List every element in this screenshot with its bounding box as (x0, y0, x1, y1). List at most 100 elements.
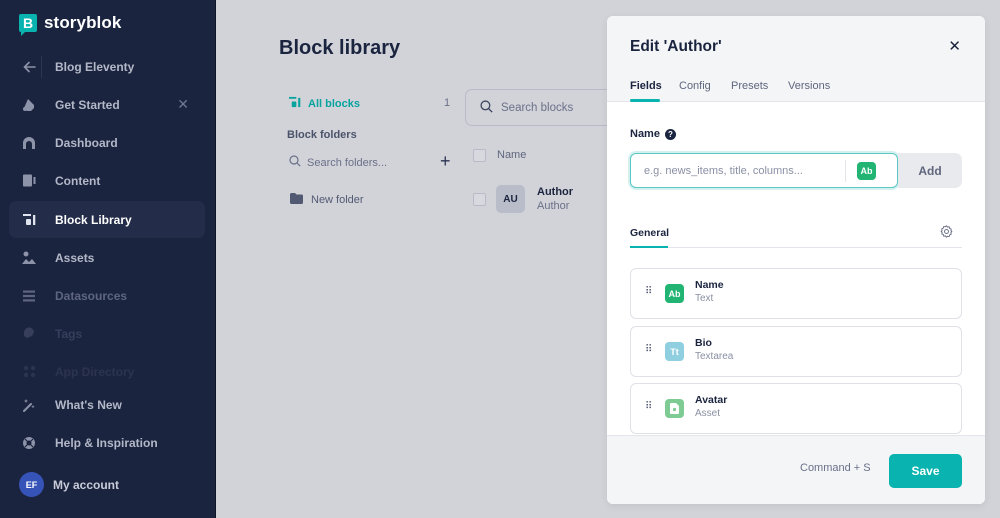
close-icon[interactable]: ✕ (948, 37, 961, 55)
folder-icon (290, 193, 303, 207)
field-name-input-wrapper: Ab (630, 153, 898, 188)
folder-search-placeholder: Search folders... (307, 156, 388, 169)
all-blocks-count: 1 (444, 97, 451, 109)
field-name-input[interactable] (631, 164, 841, 177)
sidebar-item-label: Content (55, 173, 101, 188)
drag-handle-icon[interactable]: ⠿ (645, 287, 652, 297)
block-name[interactable]: Author (537, 186, 573, 198)
all-blocks-link[interactable]: All blocks (288, 96, 360, 111)
add-field-button[interactable]: Add (898, 153, 962, 188)
select-all-checkbox[interactable] (473, 149, 486, 162)
sidebar-item-block-library[interactable]: Block Library (9, 201, 205, 238)
magic-wand-icon (21, 397, 37, 413)
app-directory-icon (21, 364, 37, 380)
gear-icon[interactable] (940, 225, 953, 243)
block-technical-name: Author (537, 200, 570, 212)
field-row[interactable]: ⠿ Tt Bio Textarea (630, 326, 962, 377)
block-badge: AU (496, 185, 525, 213)
sidebar-item-tags[interactable]: Tags (9, 315, 205, 352)
field-type: Textarea (695, 351, 734, 362)
divider (41, 56, 42, 78)
tag-icon (21, 326, 37, 342)
block-library-icon (21, 212, 37, 228)
sidebar-item-whats-new[interactable]: What's New (9, 386, 205, 423)
my-account-button[interactable]: EF My account (19, 472, 119, 497)
active-tab-indicator (630, 99, 660, 102)
folder-item[interactable]: New folder (290, 193, 364, 207)
modal-header: Edit 'Author' ✕ Fields Config Presets Ve… (607, 16, 985, 102)
sidebar-item-get-started[interactable]: Get Started ✕ (9, 86, 205, 123)
block-folders-heading: Block folders (287, 129, 357, 141)
sidebar-item-label: Tags (55, 326, 83, 341)
name-label-text: Name (630, 128, 660, 140)
field-type: Text (695, 293, 714, 304)
field-type-selector[interactable]: Ab (857, 161, 876, 180)
content-icon (21, 173, 37, 189)
modal-title: Edit 'Author' (630, 38, 722, 55)
sidebar-item-label: Dashboard (55, 135, 118, 150)
save-button[interactable]: Save (889, 454, 962, 488)
add-folder-button[interactable]: + (440, 151, 451, 172)
sidebar-item-help[interactable]: Help & Inspiration (9, 424, 205, 461)
tab-general[interactable]: General (630, 227, 669, 239)
folder-search-input[interactable]: Search folders... (289, 155, 387, 170)
field-name: Avatar (695, 394, 728, 406)
asset-field-icon (665, 399, 684, 418)
block-library-icon (288, 96, 301, 111)
dashboard-icon (21, 135, 37, 151)
textarea-field-icon: Tt (665, 342, 684, 361)
my-account-label: My account (53, 477, 120, 492)
field-name-label: Name ? (630, 128, 676, 140)
tab-config[interactable]: Config (679, 80, 711, 92)
sidebar-item-label: App Directory (55, 364, 135, 379)
tab-fields[interactable]: Fields (630, 80, 662, 92)
row-checkbox[interactable] (473, 193, 486, 206)
sidebar-item-label: What's New (55, 397, 122, 412)
space-name: Blog Eleventy (55, 59, 135, 74)
drag-handle-icon[interactable]: ⠿ (645, 345, 652, 355)
sidebar-item-label: Help & Inspiration (55, 435, 158, 450)
page-title: Block library (279, 37, 401, 59)
sidebar-item-label: Assets (55, 250, 95, 265)
divider (845, 159, 846, 182)
field-name: Bio (695, 337, 712, 349)
sidebar: B storyblok Blog Eleventy Get Started ✕ … (0, 0, 216, 518)
block-search-input[interactable]: Search blocks (465, 89, 625, 126)
block-search-placeholder: Search blocks (501, 101, 574, 114)
folder-label: New folder (311, 194, 364, 206)
sidebar-item-label: Get Started (55, 97, 120, 112)
sidebar-item-assets[interactable]: Assets (9, 239, 205, 276)
help-icon[interactable]: ? (664, 128, 676, 140)
storyblok-logo[interactable]: B storyblok (19, 13, 122, 36)
active-tab-indicator (630, 246, 668, 248)
assets-icon (21, 250, 37, 266)
field-row[interactable]: ⠿ Ab Name Text (630, 268, 962, 319)
arrow-left-icon (21, 59, 37, 75)
modal-footer: Command + S Save (607, 435, 985, 504)
tab-versions[interactable]: Versions (788, 80, 830, 92)
brand-name: storyblok (44, 13, 122, 32)
avatar: EF (19, 472, 44, 497)
edit-block-modal: Edit 'Author' ✕ Fields Config Presets Ve… (607, 16, 985, 504)
all-blocks-label: All blocks (308, 97, 360, 110)
sidebar-item-content[interactable]: Content (9, 162, 205, 199)
field-name: Name (695, 279, 724, 291)
sidebar-item-label: Block Library (55, 212, 132, 227)
sidebar-item-datasources[interactable]: Datasources (9, 277, 205, 314)
search-icon (289, 155, 301, 170)
tab-presets[interactable]: Presets (731, 80, 768, 92)
back-to-space-link[interactable]: Blog Eleventy (9, 48, 205, 85)
datasources-icon (21, 288, 37, 304)
text-field-icon: Ab (665, 284, 684, 303)
sidebar-item-label: Datasources (55, 288, 128, 303)
sidebar-item-dashboard[interactable]: Dashboard (9, 124, 205, 161)
search-icon (480, 99, 493, 116)
drag-handle-icon[interactable]: ⠿ (645, 402, 652, 412)
column-header-name[interactable]: Name (497, 149, 526, 161)
storyblok-logo-icon: B (19, 14, 37, 36)
sidebar-item-app-directory[interactable]: App Directory (9, 353, 205, 390)
dismiss-get-started-icon[interactable]: ✕ (177, 96, 189, 113)
field-row[interactable]: ⠿ Avatar Asset (630, 383, 962, 434)
lifebuoy-icon (21, 435, 37, 451)
divider (630, 247, 962, 248)
